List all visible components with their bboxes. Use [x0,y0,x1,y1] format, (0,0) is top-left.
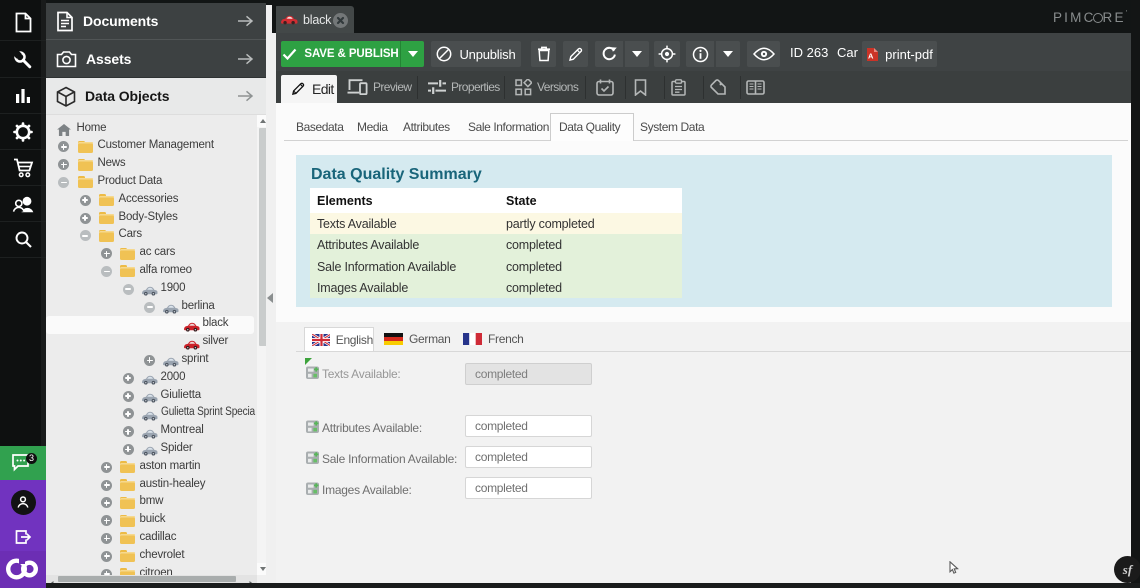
svg-text:A: A [868,51,874,60]
